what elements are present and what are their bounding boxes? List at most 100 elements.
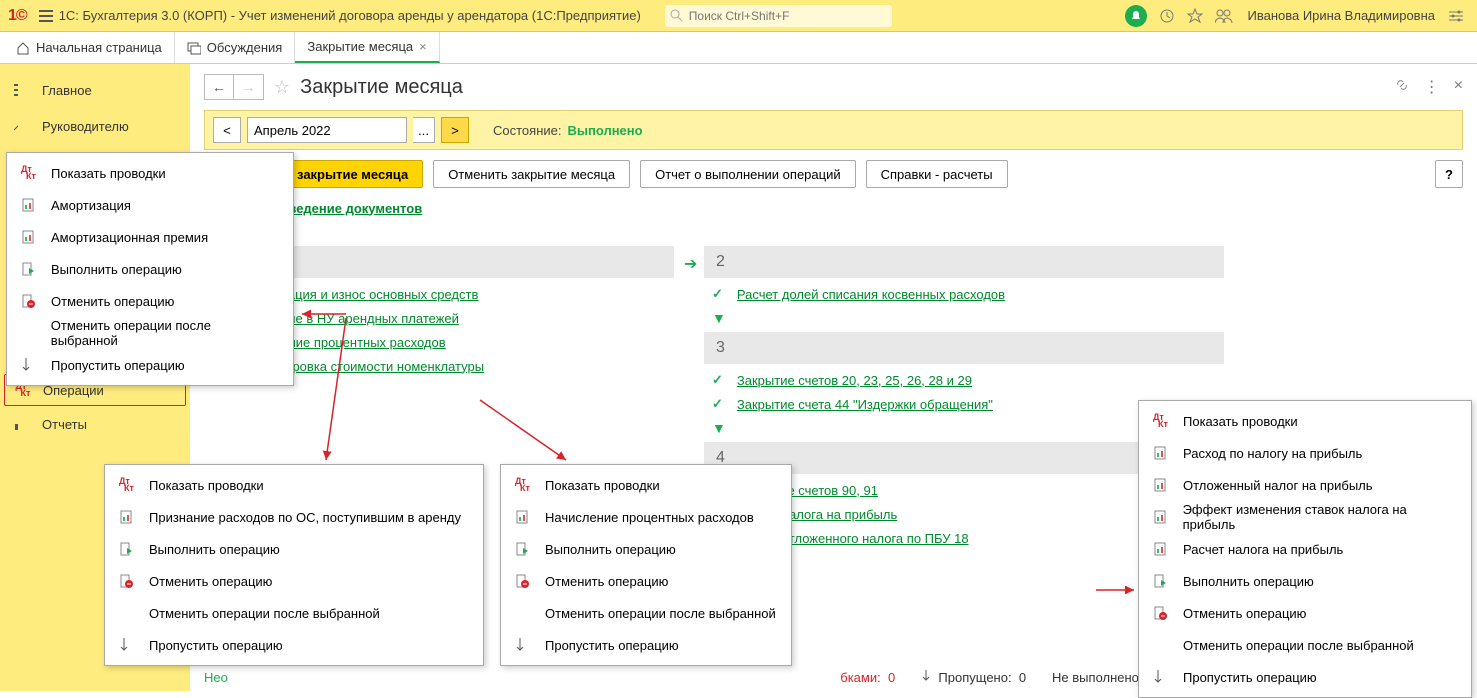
ctx-amortization[interactable]: Амортизация bbox=[7, 189, 293, 221]
status-value: Выполнено bbox=[567, 123, 642, 138]
ctx-show-postings[interactable]: Дт КтПоказать проводки bbox=[105, 469, 483, 501]
ctx-skip-op[interactable]: Пропустить операцию bbox=[1139, 661, 1471, 693]
trend-icon bbox=[14, 120, 30, 132]
report-button[interactable]: Отчет о выполнении операций bbox=[640, 160, 856, 188]
ctx-deferred-tax[interactable]: Отложенный налог на прибыль bbox=[1139, 469, 1471, 501]
close-page-icon[interactable]: × bbox=[1454, 77, 1463, 98]
global-search[interactable] bbox=[665, 5, 892, 27]
cancel-icon bbox=[1153, 606, 1173, 620]
cancel-icon bbox=[21, 294, 41, 308]
ctx-label: Выполнить операцию bbox=[545, 542, 676, 557]
list-icon bbox=[14, 84, 30, 96]
ctx-profit-tax[interactable]: Расчет налога на прибыль bbox=[1139, 533, 1471, 565]
ctx-cancel-after[interactable]: Отменить операции после выбранной bbox=[105, 597, 483, 629]
tab-label: Обсуждения bbox=[207, 40, 283, 55]
cancel-close-button[interactable]: Отменить закрытие месяца bbox=[433, 160, 630, 188]
ctx-os-rent[interactable]: Признание расходов по ОС, поступившим в … bbox=[105, 501, 483, 533]
ctx-label: Отменить операции после выбранной bbox=[51, 318, 279, 348]
period-prev-button[interactable]: < bbox=[213, 117, 241, 143]
ctx-label: Пропустить операцию bbox=[1183, 670, 1317, 685]
ctx-show-postings[interactable]: Дт КтПоказать проводки bbox=[1139, 405, 1471, 437]
favorites-icon[interactable] bbox=[1187, 8, 1203, 24]
flow-arrow-down-icon: ▼ bbox=[212, 224, 1463, 240]
period-next-button[interactable]: > bbox=[441, 117, 469, 143]
ctx-amort-premium[interactable]: Амортизационная премия bbox=[7, 221, 293, 253]
ctx-cancel-after[interactable]: Отменить операции после выбранной bbox=[1139, 629, 1471, 661]
logo-1c: 1© bbox=[8, 7, 27, 25]
check-icon: ✓ bbox=[712, 286, 723, 302]
dtkt-icon: Дт Кт bbox=[1153, 414, 1173, 428]
tab-label: Начальная страница bbox=[36, 40, 162, 55]
ctx-skip-op[interactable]: Пропустить операцию bbox=[7, 349, 293, 381]
ctx-cancel-op[interactable]: Отменить операцию bbox=[1139, 597, 1471, 629]
report-icon bbox=[1153, 542, 1173, 556]
ctx-skip-op[interactable]: Пропустить операцию bbox=[501, 629, 791, 661]
history-icon[interactable] bbox=[1159, 8, 1175, 24]
footer-notdone-label: Не выполнено: bbox=[1052, 670, 1142, 685]
ctx-label: Отложенный налог на прибыль bbox=[1183, 478, 1373, 493]
sidebar-item-reports[interactable]: Отчеты bbox=[0, 406, 190, 442]
op-indirect-link[interactable]: Расчет долей списания косвенных расходов bbox=[737, 287, 1005, 302]
ctx-label: Пропустить операцию bbox=[149, 638, 283, 653]
ctx-label: Эффект изменения ставок налога на прибыл… bbox=[1183, 502, 1457, 532]
tab-bar: Начальная страница Обсуждения Закрытие м… bbox=[0, 32, 1477, 64]
help-button[interactable]: ? bbox=[1435, 160, 1463, 188]
ctx-cancel-op[interactable]: Отменить операцию bbox=[501, 565, 791, 597]
ctx-label: Выполнить операцию bbox=[51, 262, 182, 277]
sidebar-item-main[interactable]: Главное bbox=[0, 72, 190, 108]
ctx-show-postings[interactable]: Дт КтПоказать проводки bbox=[501, 469, 791, 501]
sidebar-item-manager[interactable]: Руководителю bbox=[0, 108, 190, 144]
execute-icon bbox=[515, 542, 535, 556]
forward-button[interactable]: → bbox=[234, 74, 264, 100]
ctx-cancel-after[interactable]: Отменить операции после выбранной bbox=[501, 597, 791, 629]
tab-discussions[interactable]: Обсуждения bbox=[175, 32, 296, 63]
ctx-execute-op[interactable]: Выполнить операцию bbox=[1139, 565, 1471, 597]
dtkt-icon: Дт Кт bbox=[119, 478, 139, 492]
ctx-label: Выполнить операцию bbox=[1183, 574, 1314, 589]
status-label: Состояние: bbox=[493, 123, 561, 138]
search-input[interactable] bbox=[665, 5, 892, 27]
ctx-interest[interactable]: Начисление процентных расходов bbox=[501, 501, 791, 533]
footer-skipped-value: 0 bbox=[1019, 670, 1026, 685]
footer-errors-value: 0 bbox=[888, 670, 895, 685]
context-menu-deferred-tax: Дт КтПоказать проводки Расход по налогу … bbox=[1138, 400, 1472, 698]
main-menu-icon[interactable] bbox=[39, 10, 53, 22]
ctx-label: Отменить операции после выбранной bbox=[149, 606, 380, 621]
favorite-toggle[interactable]: ☆ bbox=[274, 77, 290, 98]
notifications-icon[interactable] bbox=[1125, 5, 1147, 27]
op-close-44-link[interactable]: Закрытие счета 44 "Издержки обращения" bbox=[737, 397, 993, 412]
ctx-label: Расчет налога на прибыль bbox=[1183, 542, 1343, 557]
ctx-rate-effect[interactable]: Эффект изменения ставок налога на прибыл… bbox=[1139, 501, 1471, 533]
back-button[interactable]: ← bbox=[204, 74, 234, 100]
ctx-label: Начисление процентных расходов bbox=[545, 510, 754, 525]
discussions-icon bbox=[187, 41, 201, 55]
link-icon[interactable] bbox=[1394, 77, 1410, 98]
ctx-execute-op[interactable]: Выполнить операцию bbox=[501, 533, 791, 565]
tab-month-close[interactable]: Закрытие месяца × bbox=[295, 32, 439, 63]
ctx-show-postings[interactable]: Дт КтПоказать проводки bbox=[7, 157, 293, 189]
app-title: 1С: Бухгалтерия 3.0 (КОРП) - Учет измене… bbox=[59, 8, 641, 23]
ctx-label: Отменить операцию bbox=[545, 574, 668, 589]
stage-2-header: 2 bbox=[704, 246, 1224, 278]
settings-icon[interactable] bbox=[1449, 10, 1463, 22]
users-icon[interactable] bbox=[1215, 9, 1233, 23]
ctx-tax-expense[interactable]: Расход по налогу на прибыль bbox=[1139, 437, 1471, 469]
op-close-20-29-link[interactable]: Закрытие счетов 20, 23, 25, 26, 28 и 29 bbox=[737, 373, 972, 388]
period-picker-button[interactable]: ... bbox=[413, 117, 435, 143]
more-icon[interactable]: ⋮ bbox=[1424, 77, 1440, 98]
ctx-execute-op[interactable]: Выполнить операцию bbox=[105, 533, 483, 565]
home-icon bbox=[16, 41, 30, 55]
references-button[interactable]: Справки - расчеты bbox=[866, 160, 1008, 188]
tab-home[interactable]: Начальная страница bbox=[4, 32, 175, 63]
close-icon[interactable]: × bbox=[419, 39, 427, 54]
sidebar-item-label: Главное bbox=[42, 83, 92, 98]
ctx-cancel-op[interactable]: Отменить операцию bbox=[105, 565, 483, 597]
current-user[interactable]: Иванова Ирина Владимировна bbox=[1247, 8, 1435, 23]
context-menu-rent: Дт КтПоказать проводки Признание расходо… bbox=[104, 464, 484, 666]
ctx-cancel-after[interactable]: Отменить операции после выбранной bbox=[7, 317, 293, 349]
ctx-label: Признание расходов по ОС, поступившим в … bbox=[149, 510, 461, 525]
period-input[interactable] bbox=[247, 117, 407, 143]
ctx-cancel-op[interactable]: Отменить операцию bbox=[7, 285, 293, 317]
ctx-execute-op[interactable]: Выполнить операцию bbox=[7, 253, 293, 285]
ctx-skip-op[interactable]: Пропустить операцию bbox=[105, 629, 483, 661]
